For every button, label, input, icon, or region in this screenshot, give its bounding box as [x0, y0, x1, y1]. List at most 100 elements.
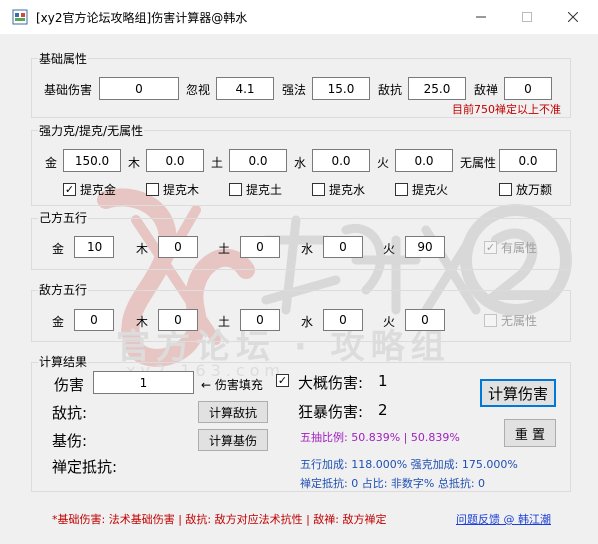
strength-label: 强法	[282, 83, 307, 97]
strong-wood-input[interactable]	[146, 149, 204, 172]
enemy-elements-title: 敌方五行	[38, 281, 89, 298]
base-damage-label: 基础伤害	[44, 83, 93, 97]
checkbox-box-icon	[312, 183, 325, 196]
checkbox-box-icon	[484, 314, 497, 327]
boost-earth-label: 提克土	[246, 183, 283, 197]
enemy-gold-input[interactable]	[74, 309, 114, 331]
ignore-label: 忽视	[186, 83, 211, 97]
close-icon	[568, 12, 578, 22]
enemy-fire-label: 火	[383, 315, 396, 329]
enemy-zen-input[interactable]	[504, 77, 552, 100]
watermark-logo: 官方论坛 · 攻略组 xy2.163.com	[97, 188, 572, 380]
strong-water-input[interactable]	[312, 149, 370, 172]
maximize-icon	[522, 12, 532, 22]
footer-note: *基础伤害: 法术基础伤害 | 敌抗: 敌方对应法术抗性 | 敌禅: 敌方禅定	[52, 513, 387, 526]
checkbox-box-icon	[499, 183, 512, 196]
boost-fire-checkbox[interactable]: 提克火	[395, 181, 448, 198]
damage-label: 伤害	[54, 376, 85, 394]
own-water-label: 水	[301, 242, 314, 256]
strong-earth-input[interactable]	[229, 149, 287, 172]
strong-gold-input[interactable]	[63, 149, 121, 172]
base-damage-input[interactable]	[99, 77, 179, 100]
strong-gold-label: 金	[45, 156, 58, 170]
boost-gold-label: 提克金	[80, 183, 117, 197]
zen-accuracy-note: 目前750禅定以上不准	[452, 103, 561, 116]
result-enemy-resist-label: 敌抗:	[52, 404, 88, 422]
own-fire-input[interactable]	[405, 236, 445, 258]
own-has-attribute-label: 有属性	[501, 241, 538, 255]
maximize-button[interactable]	[504, 0, 550, 34]
enemy-earth-label: 土	[218, 315, 231, 329]
checkmark-icon: ✓	[63, 183, 76, 196]
own-wood-label: 木	[136, 242, 149, 256]
feedback-link[interactable]: 问题反馈 @ 韩江潮	[456, 511, 551, 527]
boost-wood-checkbox[interactable]: 提克木	[146, 181, 199, 198]
checkbox-box-icon	[229, 183, 242, 196]
wanjun-checkbox[interactable]: 放万颣	[499, 181, 552, 198]
approx-damage-value: 1	[378, 372, 388, 390]
crit-damage-value: 2	[378, 401, 388, 419]
enemy-earth-input[interactable]	[240, 309, 280, 331]
strong-fire-input[interactable]	[395, 149, 453, 172]
ratio-text: 五抽比例: 50.839% | 50.839%	[300, 431, 460, 444]
boost-water-checkbox[interactable]: 提克水	[312, 181, 365, 198]
strong-fire-label: 火	[377, 156, 390, 170]
strong-wood-label: 木	[128, 156, 141, 170]
window-title: [xy2官方论坛攻略组]伤害计算器@韩水	[36, 11, 248, 25]
app-icon	[12, 9, 28, 25]
base-attributes-title: 基础属性	[38, 50, 89, 67]
strong-none-input[interactable]	[499, 149, 557, 172]
enemy-water-label: 水	[301, 315, 314, 329]
enemy-no-attribute-checkbox[interactable]: 无属性	[484, 312, 537, 329]
result-base-damage-label: 基伤:	[52, 432, 88, 450]
own-fire-label: 火	[383, 242, 396, 256]
own-earth-label: 土	[218, 242, 231, 256]
own-has-attribute-checkbox[interactable]: ✓ 有属性	[484, 239, 537, 256]
enemy-fire-input[interactable]	[405, 309, 445, 331]
strong-none-label: 无属性	[460, 156, 497, 170]
title-bar[interactable]: [xy2官方论坛攻略组]伤害计算器@韩水	[0, 0, 598, 34]
boost-gold-checkbox[interactable]: ✓ 提克金	[63, 181, 116, 198]
enemy-water-input[interactable]	[323, 309, 363, 331]
wanjun-label: 放万颣	[516, 183, 553, 197]
ignore-input[interactable]	[216, 77, 274, 100]
calc-base-button[interactable]: 计算基伤	[198, 429, 268, 451]
calculator-window: [xy2官方论坛攻略组]伤害计算器@韩水 官方论坛 · 攻略组 xy2.163.…	[0, 0, 598, 544]
enemy-resist-input[interactable]	[408, 77, 466, 100]
wuxing-bonus-text: 五行加成: 118.000% 强克加成: 175.000%	[300, 458, 518, 471]
strength-input[interactable]	[312, 77, 370, 100]
crit-damage-label: 狂暴伤害:	[298, 403, 364, 421]
approx-damage-checkbox[interactable]: ✓	[276, 374, 289, 387]
calc-damage-button[interactable]: 计算伤害	[480, 379, 556, 407]
boost-earth-checkbox[interactable]: 提克土	[229, 181, 282, 198]
approx-damage-label: 大概伤害:	[298, 374, 364, 392]
own-gold-input[interactable]	[74, 236, 114, 258]
own-water-input[interactable]	[323, 236, 363, 258]
enemy-zen-label: 敌禅	[474, 83, 499, 97]
calc-resist-button[interactable]: 计算敌抗	[198, 401, 268, 423]
strong-water-label: 水	[294, 156, 307, 170]
checkbox-box-icon	[395, 183, 408, 196]
enemy-no-attribute-label: 无属性	[501, 314, 538, 328]
damage-input[interactable]	[93, 371, 194, 394]
own-earth-input[interactable]	[240, 236, 280, 258]
strong-earth-label: 土	[211, 156, 224, 170]
checkmark-icon: ✓	[484, 241, 497, 254]
strong-counter-title: 强力克/提克/无属性	[38, 122, 145, 139]
enemy-gold-label: 金	[52, 315, 65, 329]
reset-button[interactable]: 重 置	[504, 419, 556, 447]
close-button[interactable]	[550, 0, 596, 34]
checkbox-box-icon	[146, 183, 159, 196]
boost-water-label: 提克水	[329, 183, 366, 197]
result-title: 计算结果	[38, 353, 89, 370]
zen-resist-text: 禅定抵抗: 0 占比: 非数字% 总抵抗: 0	[300, 477, 486, 490]
minimize-button[interactable]	[458, 0, 504, 34]
enemy-wood-input[interactable]	[158, 309, 198, 331]
boost-fire-label: 提克火	[412, 183, 449, 197]
own-elements-title: 己方五行	[38, 209, 89, 226]
enemy-wood-label: 木	[136, 315, 149, 329]
enemy-resist-label: 敌抗	[378, 83, 403, 97]
result-zen-resist-label: 禅定抵抗:	[52, 458, 118, 476]
boost-wood-label: 提克木	[163, 183, 200, 197]
own-wood-input[interactable]	[158, 236, 198, 258]
